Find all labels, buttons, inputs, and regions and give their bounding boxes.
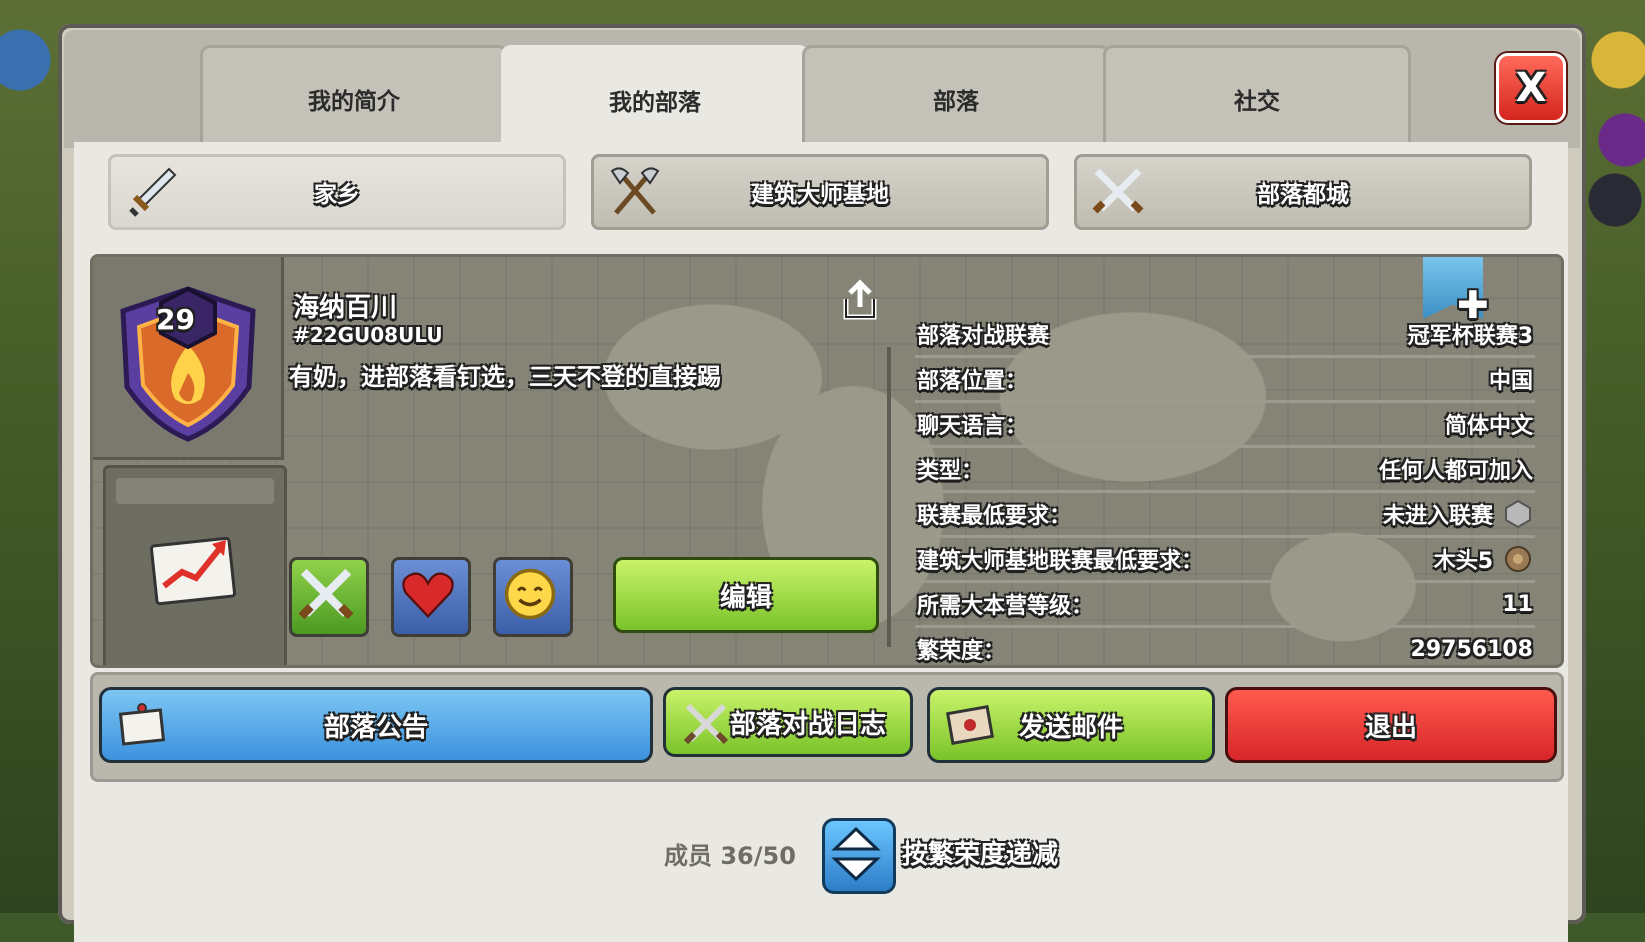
- chat-preference-button[interactable]: [493, 557, 573, 637]
- property-value: 未进入联赛: [1382, 504, 1493, 529]
- tab-bar: 我的简介 我的部落 部落 社交: [64, 30, 1580, 152]
- subtab-label: 家乡: [314, 182, 360, 208]
- property-value: 冠军杯联赛3: [1407, 324, 1533, 349]
- close-icon: X: [1515, 65, 1547, 111]
- property-value: 简体中文: [1444, 414, 1533, 439]
- button-label: 部落公告: [323, 712, 428, 743]
- leave-clan-button[interactable]: 退出: [1225, 687, 1557, 763]
- property-row: 所需大本营等级： 11: [915, 583, 1535, 628]
- stats-bar: [116, 478, 274, 504]
- clan-badge: [120, 286, 256, 442]
- property-row: 部落对战联赛 冠军杯联赛3: [915, 313, 1535, 358]
- sort-toggle-button[interactable]: [822, 818, 896, 894]
- crossed-swords-icon: [683, 703, 729, 745]
- war-log-button[interactable]: 部落对战日志: [663, 687, 913, 757]
- unranked-league-icon: [1505, 499, 1531, 529]
- clan-stats-box[interactable]: [103, 465, 287, 665]
- property-value: 11: [1502, 591, 1533, 617]
- property-row: 部落位置： 中国: [915, 358, 1535, 403]
- clan-info-panel: 29 海纳百川 #22GU08ULU 有奶，进部落看钉选，三天不登的直接踢 编辑…: [90, 254, 1564, 668]
- member-count: 成员 36/50: [664, 842, 796, 870]
- panel-divider: [887, 347, 891, 647]
- sword-icon: [129, 167, 177, 217]
- clan-properties-list: 部落对战联赛 冠军杯联赛3 部落位置： 中国 聊天语言： 简体中文 类型： 任何…: [915, 313, 1535, 665]
- property-label: 部落对战联赛: [917, 324, 1050, 349]
- property-row: 建筑大师基地联赛最低要求： 木头5: [915, 538, 1535, 583]
- donation-preference-button[interactable]: [391, 557, 471, 637]
- clan-badge-box: 29: [93, 257, 284, 460]
- clan-description: 有奶，进部落看钉选，三天不登的直接踢: [289, 363, 721, 391]
- crossed-axes-icon: [610, 167, 660, 215]
- property-label: 类型：: [917, 459, 984, 484]
- tab-label: 我的简介: [308, 88, 400, 115]
- property-label: 建筑大师基地联赛最低要求：: [917, 549, 1204, 574]
- tab-my-profile[interactable]: 我的简介: [200, 45, 508, 149]
- tab-label: 部落: [933, 88, 979, 115]
- button-label: 部落对战日志: [729, 709, 886, 740]
- button-label: 发送邮件: [1018, 712, 1123, 743]
- heart-icon: [402, 572, 454, 618]
- clan-tag[interactable]: #22GU08ULU: [293, 323, 443, 347]
- wood-league-icon: [1505, 546, 1531, 572]
- crossed-swords-icon: [298, 568, 354, 620]
- notice-board-icon: [118, 703, 166, 746]
- property-label: 部落位置：: [917, 369, 1028, 394]
- property-row: 聊天语言： 简体中文: [915, 403, 1535, 448]
- property-value: 任何人都可加入: [1378, 459, 1533, 484]
- sort-label: 按繁荣度递减: [902, 840, 1059, 870]
- clan-level: 29: [156, 303, 195, 336]
- tab-my-clan[interactable]: 我的部落: [501, 45, 809, 152]
- property-label: 所需大本营等级：: [917, 594, 1094, 619]
- smiley-icon: [504, 568, 556, 620]
- tab-clans[interactable]: 部落: [802, 45, 1110, 149]
- edit-button[interactable]: 编辑: [613, 557, 879, 633]
- share-icon[interactable]: [838, 279, 882, 323]
- property-row: 联赛最低要求： 未进入联赛: [915, 493, 1535, 538]
- tab-label: 我的部落: [609, 90, 701, 116]
- action-bar: 部落公告 部落对战日志 发送邮件 退出: [90, 672, 1564, 782]
- clan-name: 海纳百川: [293, 293, 398, 323]
- property-label: 联赛最低要求：: [917, 504, 1072, 529]
- trend-chart-icon: [150, 536, 237, 606]
- subtab-clan-capital[interactable]: 部落都城: [1074, 154, 1532, 230]
- subtab-builder-base[interactable]: 建筑大师基地: [591, 154, 1049, 230]
- button-label: 退出: [1364, 712, 1417, 743]
- send-mail-button[interactable]: 发送邮件: [927, 687, 1215, 763]
- tab-label: 社交: [1234, 88, 1280, 115]
- property-value: 29756108: [1410, 636, 1533, 662]
- property-label: 聊天语言：: [917, 414, 1028, 439]
- property-row: 类型： 任何人都可加入: [915, 448, 1535, 493]
- war-preference-button[interactable]: [289, 557, 369, 637]
- subtab-label: 建筑大师基地: [751, 182, 889, 208]
- subtab-home-village[interactable]: 家乡: [108, 154, 566, 230]
- property-label: 繁荣度：: [917, 639, 1006, 664]
- property-value: 中国: [1488, 369, 1533, 394]
- sort-arrows-icon: [831, 826, 881, 882]
- property-row: 繁荣度： 29756108: [915, 628, 1535, 665]
- crossed-swords-icon: [1092, 168, 1144, 214]
- announcement-button[interactable]: 部落公告: [99, 687, 653, 763]
- subtab-label: 部落都城: [1257, 182, 1349, 208]
- tab-social[interactable]: 社交: [1103, 45, 1411, 149]
- mail-icon: [945, 705, 995, 745]
- property-value: 木头5: [1433, 549, 1493, 574]
- close-button[interactable]: X: [1496, 53, 1566, 123]
